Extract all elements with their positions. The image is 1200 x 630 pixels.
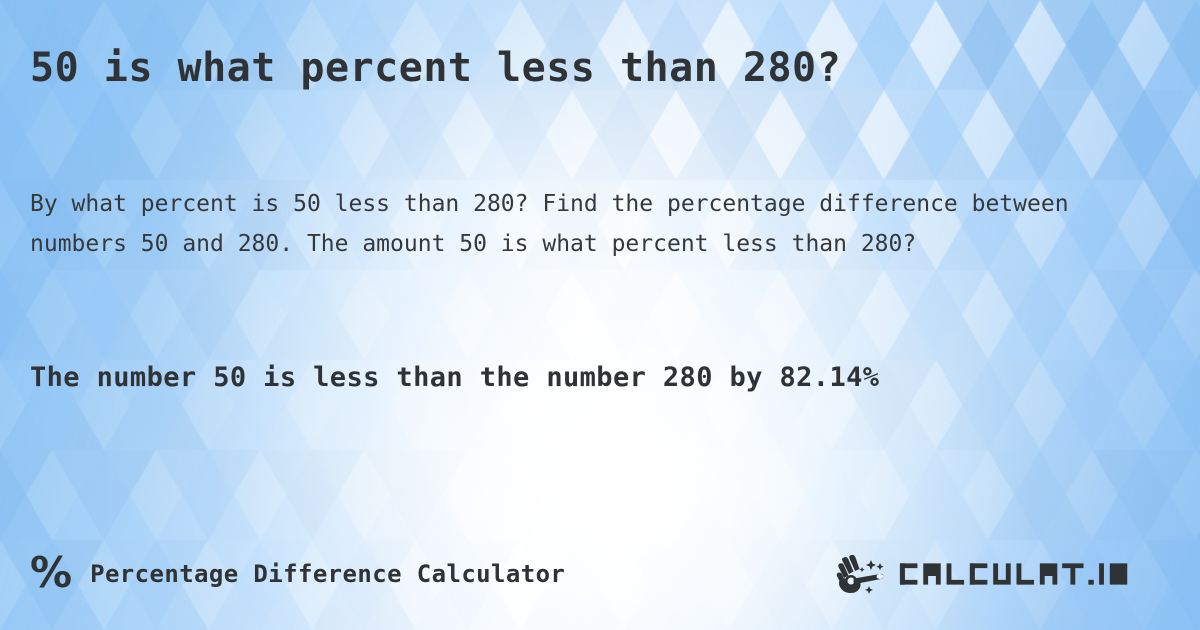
hand-magic-wand-icon [836,554,884,594]
tool-name-label: Percentage Difference Calculator [90,560,566,588]
question-description: By what percent is 50 less than 280? Fin… [30,191,1069,257]
site-logo[interactable] [836,553,1170,595]
footer-bar: % Percentage Difference Calculator [30,550,1170,598]
answer-statement: The number 50 is less than the number 28… [30,362,880,393]
card-content: 50 is what percent less than 280? By wha… [0,0,1200,630]
tool-branding: % Percentage Difference Calculator [30,548,566,597]
page-title: 50 is what percent less than 280? [30,45,842,91]
calculatio-wordmark [899,563,1128,585]
og-image-card: 50 is what percent less than 280? By wha… [0,0,1200,630]
percent-icon: % [30,548,73,597]
